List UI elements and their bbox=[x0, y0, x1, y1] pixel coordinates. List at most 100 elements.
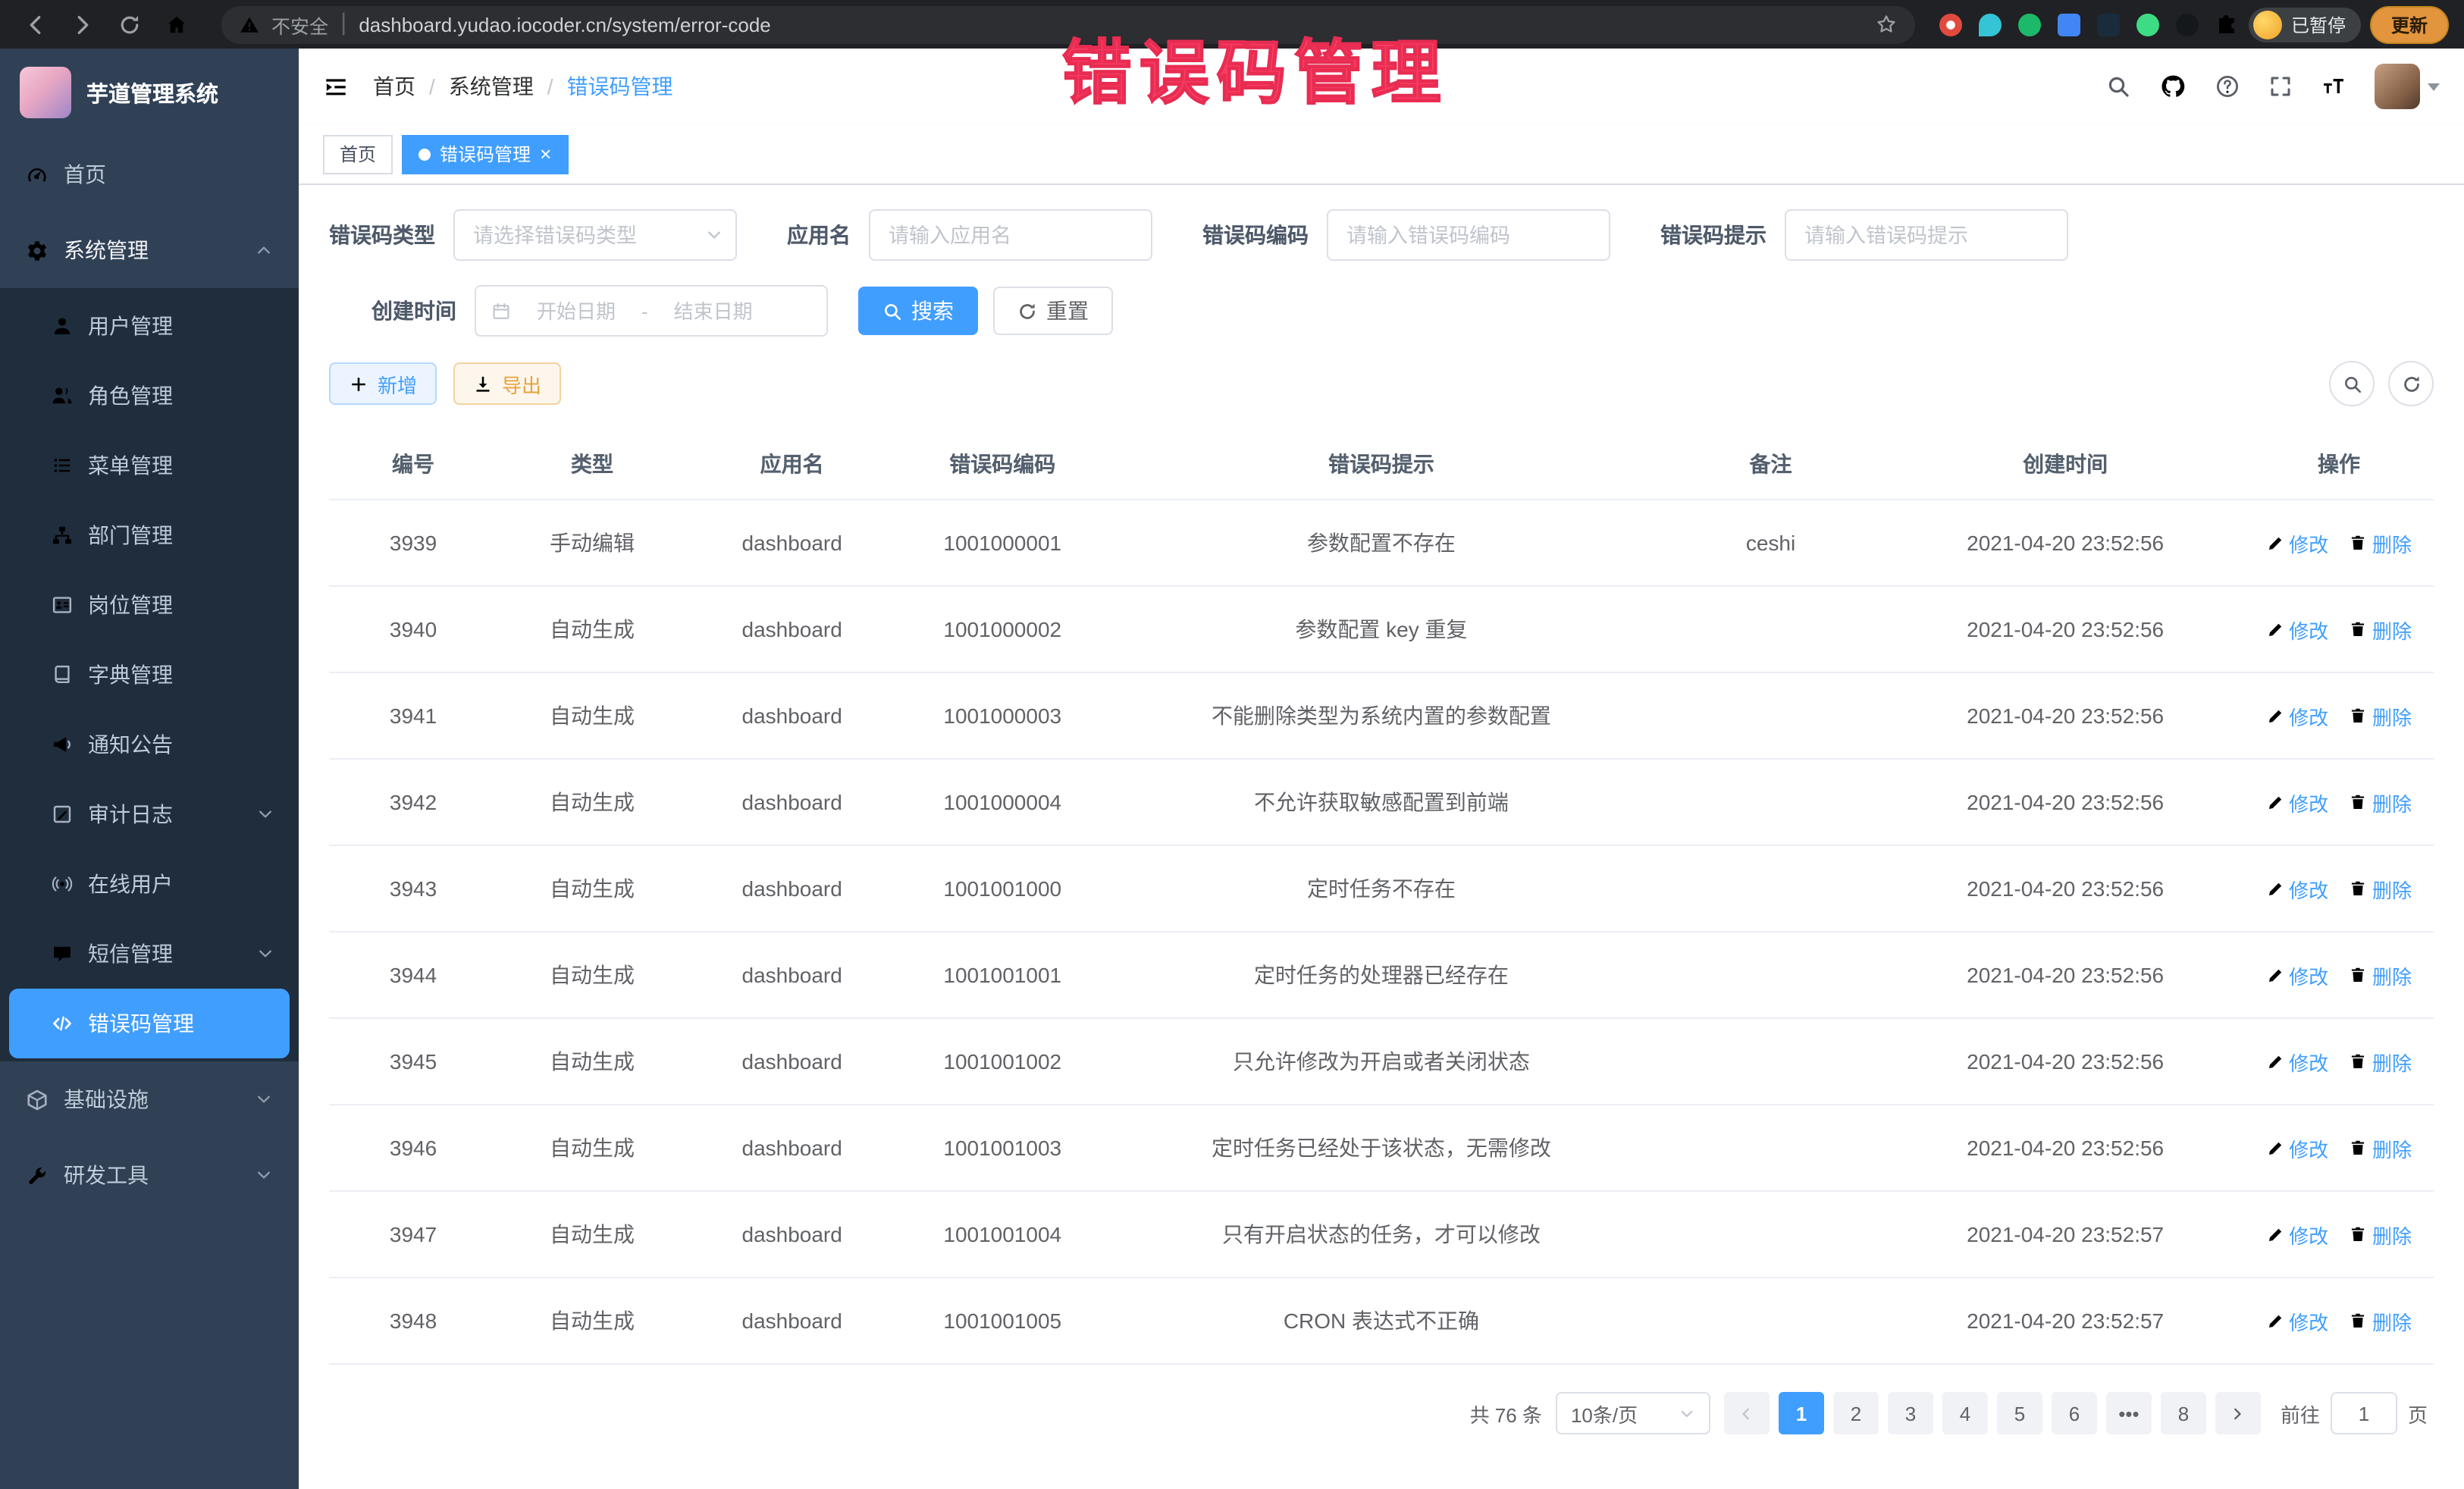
page-button-1[interactable]: 1 bbox=[1779, 1392, 1824, 1434]
edit-link[interactable]: 修改 bbox=[2266, 1220, 2328, 1249]
goto-page-input[interactable] bbox=[2331, 1392, 2397, 1434]
sidebar-item-dict-mgmt[interactable]: 字典管理 bbox=[9, 640, 290, 710]
delete-link[interactable]: 删除 bbox=[2350, 615, 2412, 644]
sidebar-item-devtools[interactable]: 研发工具 bbox=[0, 1137, 299, 1213]
extension-icon-1[interactable] bbox=[1939, 13, 1962, 36]
page-button-3[interactable]: 3 bbox=[1888, 1392, 1933, 1434]
edit-pencil-icon bbox=[2266, 1225, 2284, 1243]
table-row: 3946 自动生成 dashboard 1001001003 定时任务已经处于该… bbox=[329, 1105, 2434, 1191]
page-button-6[interactable]: 6 bbox=[2052, 1392, 2097, 1434]
delete-link[interactable]: 删除 bbox=[2350, 701, 2412, 730]
extensions-puzzle-icon[interactable] bbox=[2215, 12, 2240, 36]
delete-link[interactable]: 删除 bbox=[2350, 1047, 2412, 1076]
active-dot-icon bbox=[419, 148, 431, 160]
github-icon[interactable] bbox=[2159, 73, 2187, 100]
forward-icon[interactable] bbox=[71, 13, 94, 36]
delete-link[interactable]: 删除 bbox=[2350, 528, 2412, 557]
delete-link[interactable]: 删除 bbox=[2350, 788, 2412, 817]
next-page-button[interactable] bbox=[2215, 1392, 2261, 1434]
page-button-5[interactable]: 5 bbox=[1997, 1392, 2042, 1434]
page-size-select[interactable] bbox=[1556, 1392, 1710, 1434]
sidebar-item-dept-mgmt[interactable]: 部门管理 bbox=[9, 500, 290, 570]
toggle-search-button[interactable] bbox=[2329, 361, 2375, 406]
edit-link[interactable]: 修改 bbox=[2266, 615, 2328, 644]
edit-link[interactable]: 修改 bbox=[2266, 788, 2328, 817]
reset-button[interactable]: 重置 bbox=[993, 287, 1113, 335]
app-name-input[interactable] bbox=[869, 209, 1152, 261]
users-icon bbox=[52, 385, 73, 406]
close-icon[interactable] bbox=[540, 144, 551, 164]
error-type-select[interactable] bbox=[453, 209, 737, 261]
edit-link[interactable]: 修改 bbox=[2266, 701, 2328, 730]
search-icon[interactable] bbox=[2106, 74, 2130, 99]
export-button[interactable]: 导出 bbox=[453, 362, 561, 405]
back-icon[interactable] bbox=[24, 13, 47, 36]
app-logo[interactable]: 芋道管理系统 bbox=[0, 49, 299, 136]
edit-link[interactable]: 修改 bbox=[2266, 874, 2328, 903]
edit-link[interactable]: 修改 bbox=[2266, 961, 2328, 989]
sidebar-item-online-users[interactable]: 在线用户 bbox=[9, 849, 290, 919]
cell-hint: CRON 表达式不正确 bbox=[1108, 1277, 1655, 1364]
breadcrumb-home[interactable]: 首页 bbox=[373, 71, 415, 102]
sidebar-item-infra[interactable]: 基础设施 bbox=[0, 1061, 299, 1137]
cell-time: 2021-04-20 23:52:56 bbox=[1886, 586, 2244, 672]
app-name-field[interactable] bbox=[869, 209, 1152, 261]
start-date-input[interactable] bbox=[517, 299, 635, 322]
sidebar-item-role-mgmt[interactable]: 角色管理 bbox=[9, 361, 290, 431]
error-code-input[interactable] bbox=[1327, 209, 1610, 261]
refresh-table-button[interactable] bbox=[2388, 361, 2434, 406]
delete-link[interactable]: 删除 bbox=[2350, 1220, 2412, 1249]
bookmark-star-icon[interactable] bbox=[1876, 14, 1897, 35]
sidebar-item-system[interactable]: 系统管理 bbox=[0, 212, 299, 288]
edit-link[interactable]: 修改 bbox=[2266, 1133, 2328, 1162]
error-type-select-input[interactable] bbox=[453, 209, 737, 261]
search-button[interactable]: 搜索 bbox=[858, 287, 978, 335]
extension-icon-7[interactable] bbox=[2176, 13, 2199, 36]
extension-icon-2[interactable] bbox=[1979, 13, 2002, 36]
error-code-field[interactable] bbox=[1327, 209, 1610, 261]
end-date-input[interactable] bbox=[654, 299, 773, 322]
delete-link[interactable]: 删除 bbox=[2350, 961, 2412, 989]
error-hint-input[interactable] bbox=[1785, 209, 2068, 261]
help-icon[interactable] bbox=[2215, 74, 2240, 99]
sidebar-item-home[interactable]: 首页 bbox=[0, 136, 299, 212]
sidebar-item-audit-log[interactable]: 审计日志 bbox=[9, 779, 290, 849]
delete-link[interactable]: 删除 bbox=[2350, 1133, 2412, 1162]
fullscreen-icon[interactable] bbox=[2268, 74, 2293, 99]
error-hint-field[interactable] bbox=[1785, 209, 2068, 261]
font-size-icon[interactable] bbox=[2321, 74, 2346, 99]
extension-icon-6[interactable] bbox=[2136, 13, 2159, 36]
page-size-value[interactable] bbox=[1571, 1402, 1677, 1425]
page-button-8[interactable]: 8 bbox=[2161, 1392, 2206, 1434]
sidebar-item-post-mgmt[interactable]: 岗位管理 bbox=[9, 570, 290, 640]
reload-icon[interactable] bbox=[118, 13, 141, 36]
sidebar-item-menu-mgmt[interactable]: 菜单管理 bbox=[9, 431, 290, 500]
delete-link[interactable]: 删除 bbox=[2350, 1306, 2412, 1335]
tab-error-code[interactable]: 错误码管理 bbox=[402, 134, 568, 174]
delete-link[interactable]: 删除 bbox=[2350, 874, 2412, 903]
more-pages-button[interactable]: ••• bbox=[2106, 1392, 2152, 1434]
edit-link[interactable]: 修改 bbox=[2266, 528, 2328, 557]
add-button[interactable]: 新增 bbox=[329, 362, 437, 405]
extension-icon-5[interactable] bbox=[2097, 13, 2120, 36]
prev-page-button[interactable] bbox=[1724, 1392, 1770, 1434]
browser-update-button[interactable]: 更新 bbox=[2370, 5, 2449, 43]
sidebar-item-sms-mgmt[interactable]: 短信管理 bbox=[9, 919, 290, 989]
profile-paused-chip[interactable]: 已暂停 bbox=[2249, 7, 2361, 42]
page-button-4[interactable]: 4 bbox=[1942, 1392, 1988, 1434]
breadcrumb-system[interactable]: 系统管理 bbox=[449, 71, 534, 102]
extension-icon-3[interactable] bbox=[2018, 13, 2041, 36]
sidebar-fold-icon[interactable] bbox=[323, 74, 349, 99]
sidebar-item-error-code[interactable]: 错误码管理 bbox=[9, 989, 290, 1058]
create-time-range-picker[interactable]: - bbox=[475, 285, 828, 337]
tab-home[interactable]: 首页 bbox=[323, 134, 393, 174]
edit-link[interactable]: 修改 bbox=[2266, 1047, 2328, 1076]
extension-icon-4[interactable] bbox=[2058, 13, 2080, 36]
edit-link[interactable]: 修改 bbox=[2266, 1306, 2328, 1335]
sidebar-item-notice[interactable]: 通知公告 bbox=[9, 710, 290, 779]
browser-home-icon[interactable] bbox=[165, 13, 188, 36]
cell-app: dashboard bbox=[687, 1277, 898, 1364]
page-button-2[interactable]: 2 bbox=[1833, 1392, 1879, 1434]
user-menu[interactable] bbox=[2375, 64, 2440, 109]
sidebar-item-user-mgmt[interactable]: 用户管理 bbox=[9, 291, 290, 361]
